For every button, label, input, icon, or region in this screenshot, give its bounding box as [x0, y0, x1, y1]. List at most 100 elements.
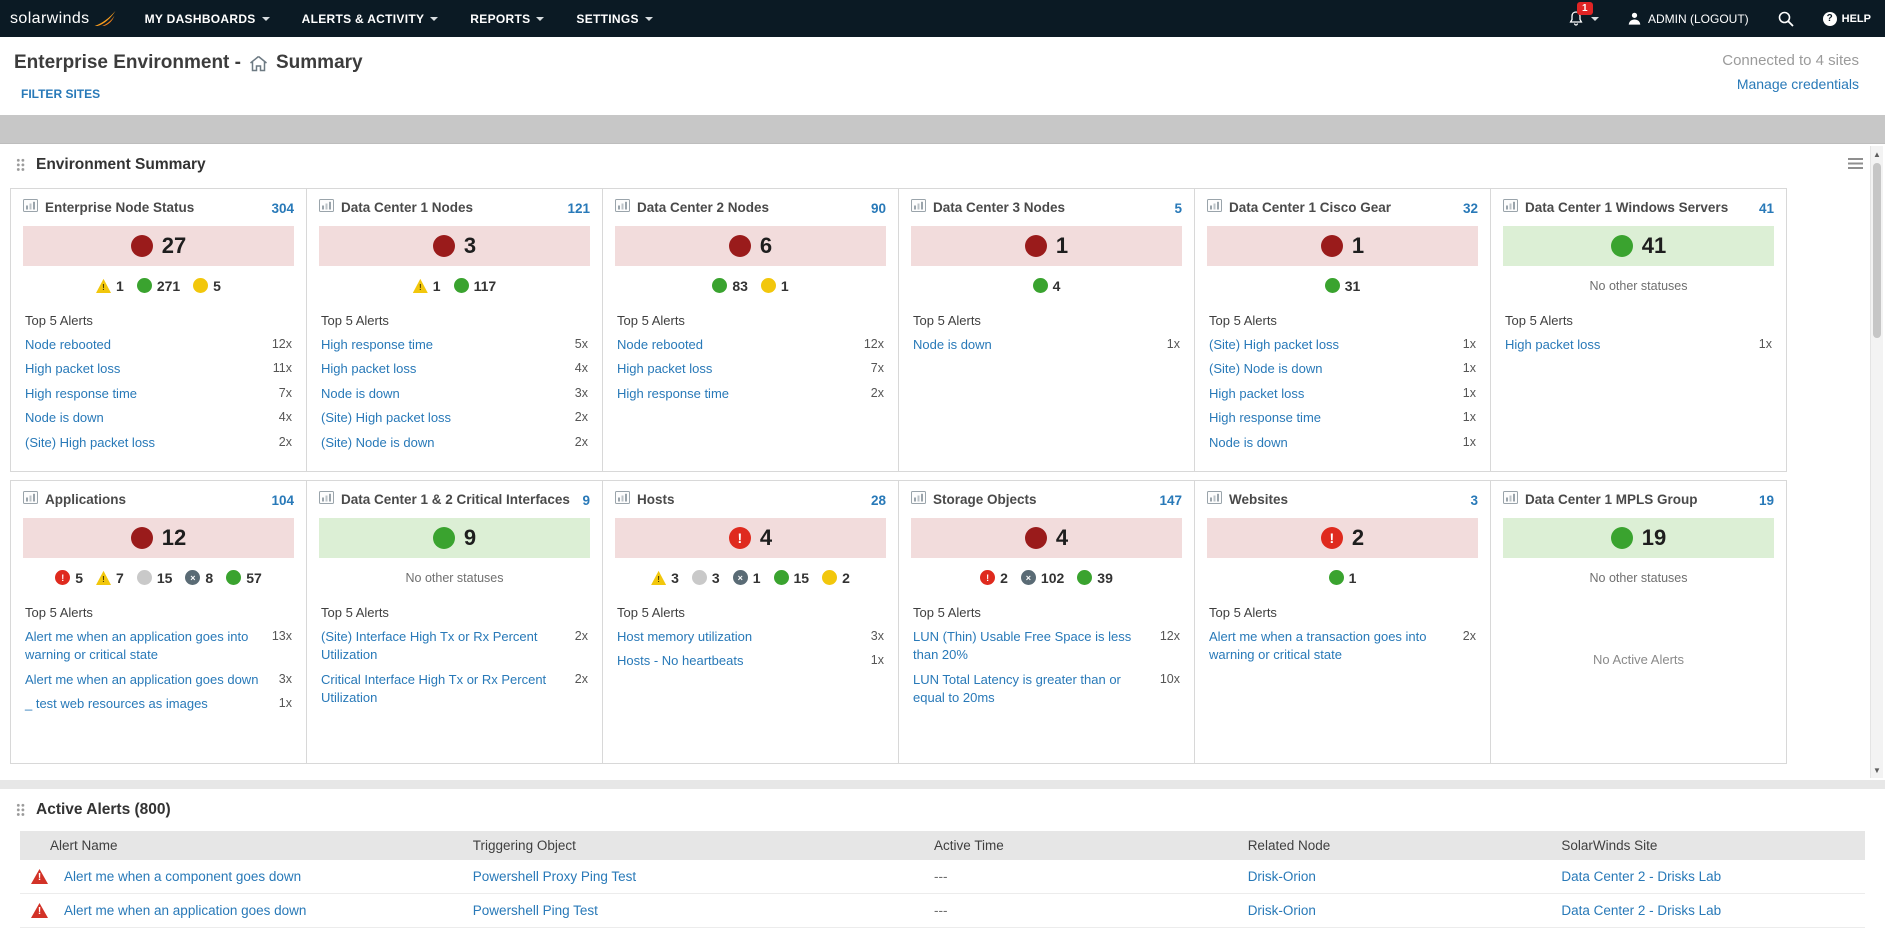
alert-link[interactable]: High packet loss: [1209, 385, 1453, 403]
alert-link[interactable]: Host memory utilization: [617, 628, 861, 646]
alert-link[interactable]: (Site) High packet loss: [321, 409, 565, 427]
status-count[interactable]: 5: [193, 278, 221, 294]
card-total-count[interactable]: 304: [271, 201, 294, 216]
alert-link[interactable]: (Site) Node is down: [321, 434, 565, 452]
status-count[interactable]: ! 1: [412, 278, 441, 294]
alert-link[interactable]: High packet loss: [25, 360, 263, 378]
status-count[interactable]: 271: [136, 278, 180, 294]
card-total-count[interactable]: 3: [1470, 493, 1478, 508]
triggering-object-link[interactable]: Powershell Ping Test: [473, 903, 598, 918]
drag-handle-icon[interactable]: [16, 803, 26, 817]
status-count[interactable]: × 1: [732, 570, 761, 586]
alert-link[interactable]: Node is down: [25, 409, 269, 427]
alert-link[interactable]: Alert me when a transaction goes into wa…: [1209, 628, 1453, 665]
alert-link[interactable]: Node is down: [1209, 434, 1453, 452]
card-total-count[interactable]: 28: [871, 493, 886, 508]
card-status-banner[interactable]: 1: [911, 226, 1182, 266]
status-count[interactable]: 4: [1032, 278, 1060, 294]
alert-link[interactable]: Node is down: [913, 336, 1157, 354]
status-count[interactable]: 2: [822, 570, 850, 586]
scroll-down-icon[interactable]: ▼: [1871, 763, 1883, 777]
alert-link[interactable]: High response time: [321, 336, 565, 354]
card-status-banner[interactable]: 6: [615, 226, 886, 266]
card-total-count[interactable]: 147: [1159, 493, 1182, 508]
search-button[interactable]: [1777, 10, 1795, 28]
card-total-count[interactable]: 19: [1759, 493, 1774, 508]
card-total-count[interactable]: 9: [582, 493, 590, 508]
status-count[interactable]: 1: [760, 278, 789, 294]
alert-name-link[interactable]: Alert me when an application goes down: [64, 903, 306, 918]
alert-link[interactable]: High packet loss: [1505, 336, 1749, 354]
widget-menu-icon[interactable]: [1848, 158, 1863, 169]
status-count[interactable]: × 102: [1020, 570, 1064, 586]
alert-link[interactable]: LUN (Thin) Usable Free Space is less tha…: [913, 628, 1150, 665]
related-node-link[interactable]: Drisk-Orion: [1248, 903, 1316, 918]
nav-menu-alerts-activity[interactable]: ALERTS & ACTIVITY: [302, 12, 439, 26]
card-status-banner[interactable]: 12: [23, 518, 294, 558]
alert-link[interactable]: High packet loss: [321, 360, 565, 378]
status-count[interactable]: 117: [453, 278, 496, 294]
status-count[interactable]: 1: [1328, 570, 1356, 586]
status-count[interactable]: 57: [226, 570, 262, 586]
alert-link[interactable]: High response time: [25, 385, 269, 403]
site-link[interactable]: Data Center 2 - Drisks Lab: [1561, 903, 1721, 918]
alert-link[interactable]: Node is down: [321, 385, 565, 403]
status-count[interactable]: 15: [773, 570, 809, 586]
nav-menu-settings[interactable]: SETTINGS: [576, 12, 653, 26]
help-button[interactable]: ? HELP: [1822, 11, 1871, 26]
alert-link[interactable]: (Site) Interface High Tx or Rx Percent U…: [321, 628, 565, 665]
card-total-count[interactable]: 90: [871, 201, 886, 216]
drag-handle-icon[interactable]: [16, 158, 26, 172]
card-status-banner[interactable]: ! 2: [1207, 518, 1478, 558]
column-header[interactable]: Active Time: [924, 831, 1238, 860]
site-link[interactable]: Data Center 2 - Drisks Lab: [1561, 869, 1721, 884]
nav-menu-my-dashboards[interactable]: MY DASHBOARDS: [145, 12, 270, 26]
alert-link[interactable]: High response time: [617, 385, 861, 403]
alert-link[interactable]: Hosts - No heartbeats: [617, 652, 861, 670]
triggering-object-link[interactable]: Powershell Proxy Ping Test: [473, 869, 636, 884]
card-status-banner[interactable]: 3: [319, 226, 590, 266]
scroll-up-icon[interactable]: ▲: [1871, 147, 1883, 161]
card-status-banner[interactable]: 4: [911, 518, 1182, 558]
alert-link[interactable]: (Site) High packet loss: [1209, 336, 1453, 354]
filter-sites-link[interactable]: FILTER SITES: [21, 87, 100, 101]
alert-link[interactable]: Node rebooted: [617, 336, 854, 354]
notifications-button[interactable]: 1: [1568, 2, 1599, 27]
status-count[interactable]: ! 2: [980, 570, 1008, 586]
status-count[interactable]: ! 7: [96, 570, 124, 586]
alert-link[interactable]: Alert me when an application goes into w…: [25, 628, 262, 665]
related-node-link[interactable]: Drisk-Orion: [1248, 869, 1316, 884]
alert-link[interactable]: High packet loss: [617, 360, 861, 378]
status-count[interactable]: 83: [712, 278, 748, 294]
status-count[interactable]: ! 1: [96, 278, 124, 294]
alert-link[interactable]: _ test web resources as images: [25, 695, 269, 713]
column-header[interactable]: Triggering Object: [462, 831, 925, 860]
status-count[interactable]: 15: [136, 570, 172, 586]
card-status-banner[interactable]: 1: [1207, 226, 1478, 266]
card-status-banner[interactable]: 19: [1503, 518, 1774, 558]
card-total-count[interactable]: 104: [271, 493, 294, 508]
manage-credentials-link[interactable]: Manage credentials: [1722, 76, 1859, 92]
status-count[interactable]: 31: [1324, 278, 1360, 294]
scrollbar-thumb[interactable]: [1873, 163, 1881, 338]
status-count[interactable]: 3: [691, 570, 720, 586]
card-total-count[interactable]: 121: [567, 201, 590, 216]
column-header[interactable]: Alert Name: [20, 831, 463, 860]
card-total-count[interactable]: 32: [1463, 201, 1478, 216]
scrollbar[interactable]: ▲ ▼: [1870, 146, 1883, 778]
column-header[interactable]: SolarWinds Site: [1551, 831, 1865, 860]
card-total-count[interactable]: 5: [1174, 201, 1182, 216]
card-status-banner[interactable]: ! 4: [615, 518, 886, 558]
status-count[interactable]: 39: [1077, 570, 1113, 586]
card-status-banner[interactable]: 9: [319, 518, 590, 558]
alert-link[interactable]: (Site) Node is down: [1209, 360, 1453, 378]
nav-menu-reports[interactable]: REPORTS: [470, 12, 545, 26]
solarwinds-logo[interactable]: solarwinds: [10, 10, 117, 28]
alert-link[interactable]: High response time: [1209, 409, 1453, 427]
column-header[interactable]: Related Node: [1237, 831, 1552, 860]
card-status-banner[interactable]: 41: [1503, 226, 1774, 266]
card-total-count[interactable]: 41: [1759, 201, 1774, 216]
status-count[interactable]: × 8: [185, 570, 213, 586]
card-status-banner[interactable]: 27: [23, 226, 294, 266]
alert-link[interactable]: LUN Total Latency is greater than or equ…: [913, 671, 1150, 708]
